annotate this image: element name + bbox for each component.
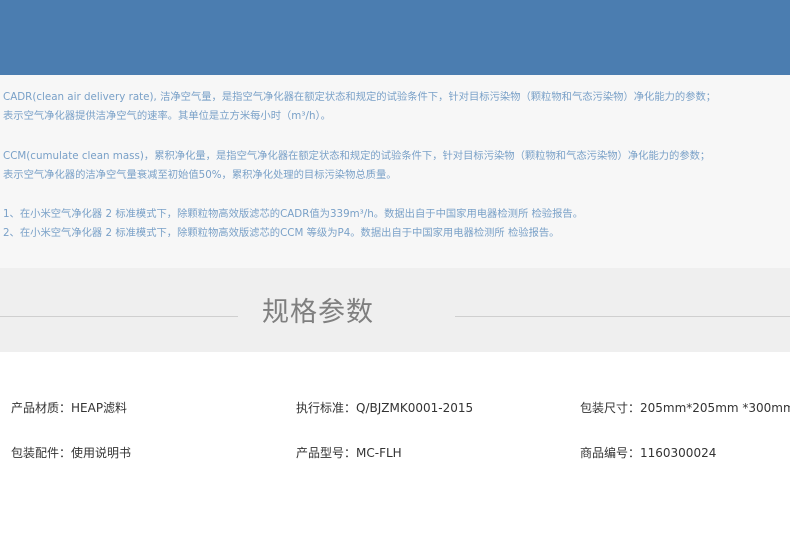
spec-accessories: 包装配件：使用说明书 <box>11 446 132 460</box>
ccm-definition-line-1: CCM(cumulate clean mass)，累积净化量，是指空气净化器在额… <box>3 150 711 162</box>
spec-section-header: 规格参数 <box>0 268 790 352</box>
spec-package-size: 包装尺寸：205mm*205mm *300mm <box>580 401 790 415</box>
top-banner <box>0 0 790 75</box>
ccm-definition-line-2: 表示空气净化器的洁净空气量衰减至初始值50%，累积净化处理的目标污染物总质量。 <box>3 169 397 181</box>
spec-product-code: 商品编号：1160300024 <box>580 446 717 460</box>
cadr-definition-line-1: CADR(clean air delivery rate), 洁净空气量，是指空… <box>3 91 717 103</box>
spec-list: 产品材质：HEAP滤料 执行标准：Q/BJZMK0001-2015 包装尺寸：2… <box>0 352 790 545</box>
cadr-definition-line-2: 表示空气净化器提供洁净空气的速率。其单位是立方米每小时（m³/h）。 <box>3 110 331 122</box>
footnote-1: 1、在小米空气净化器 2 标准模式下，除颗粒物高效版滤芯的CADR值为339m³… <box>3 208 583 220</box>
footnote-2: 2、在小米空气净化器 2 标准模式下，除颗粒物高效版滤芯的CCM 等级为P4。数… <box>3 227 560 239</box>
spec-model: 产品型号：MC-FLH <box>296 446 402 460</box>
spec-material: 产品材质：HEAP滤料 <box>11 401 128 415</box>
notes-section: CADR(clean air delivery rate), 洁净空气量，是指空… <box>0 75 790 268</box>
divider-left <box>0 316 238 317</box>
spec-standard: 执行标准：Q/BJZMK0001-2015 <box>296 401 474 415</box>
spec-section-title: 规格参数 <box>262 297 374 328</box>
divider-right <box>455 316 790 317</box>
